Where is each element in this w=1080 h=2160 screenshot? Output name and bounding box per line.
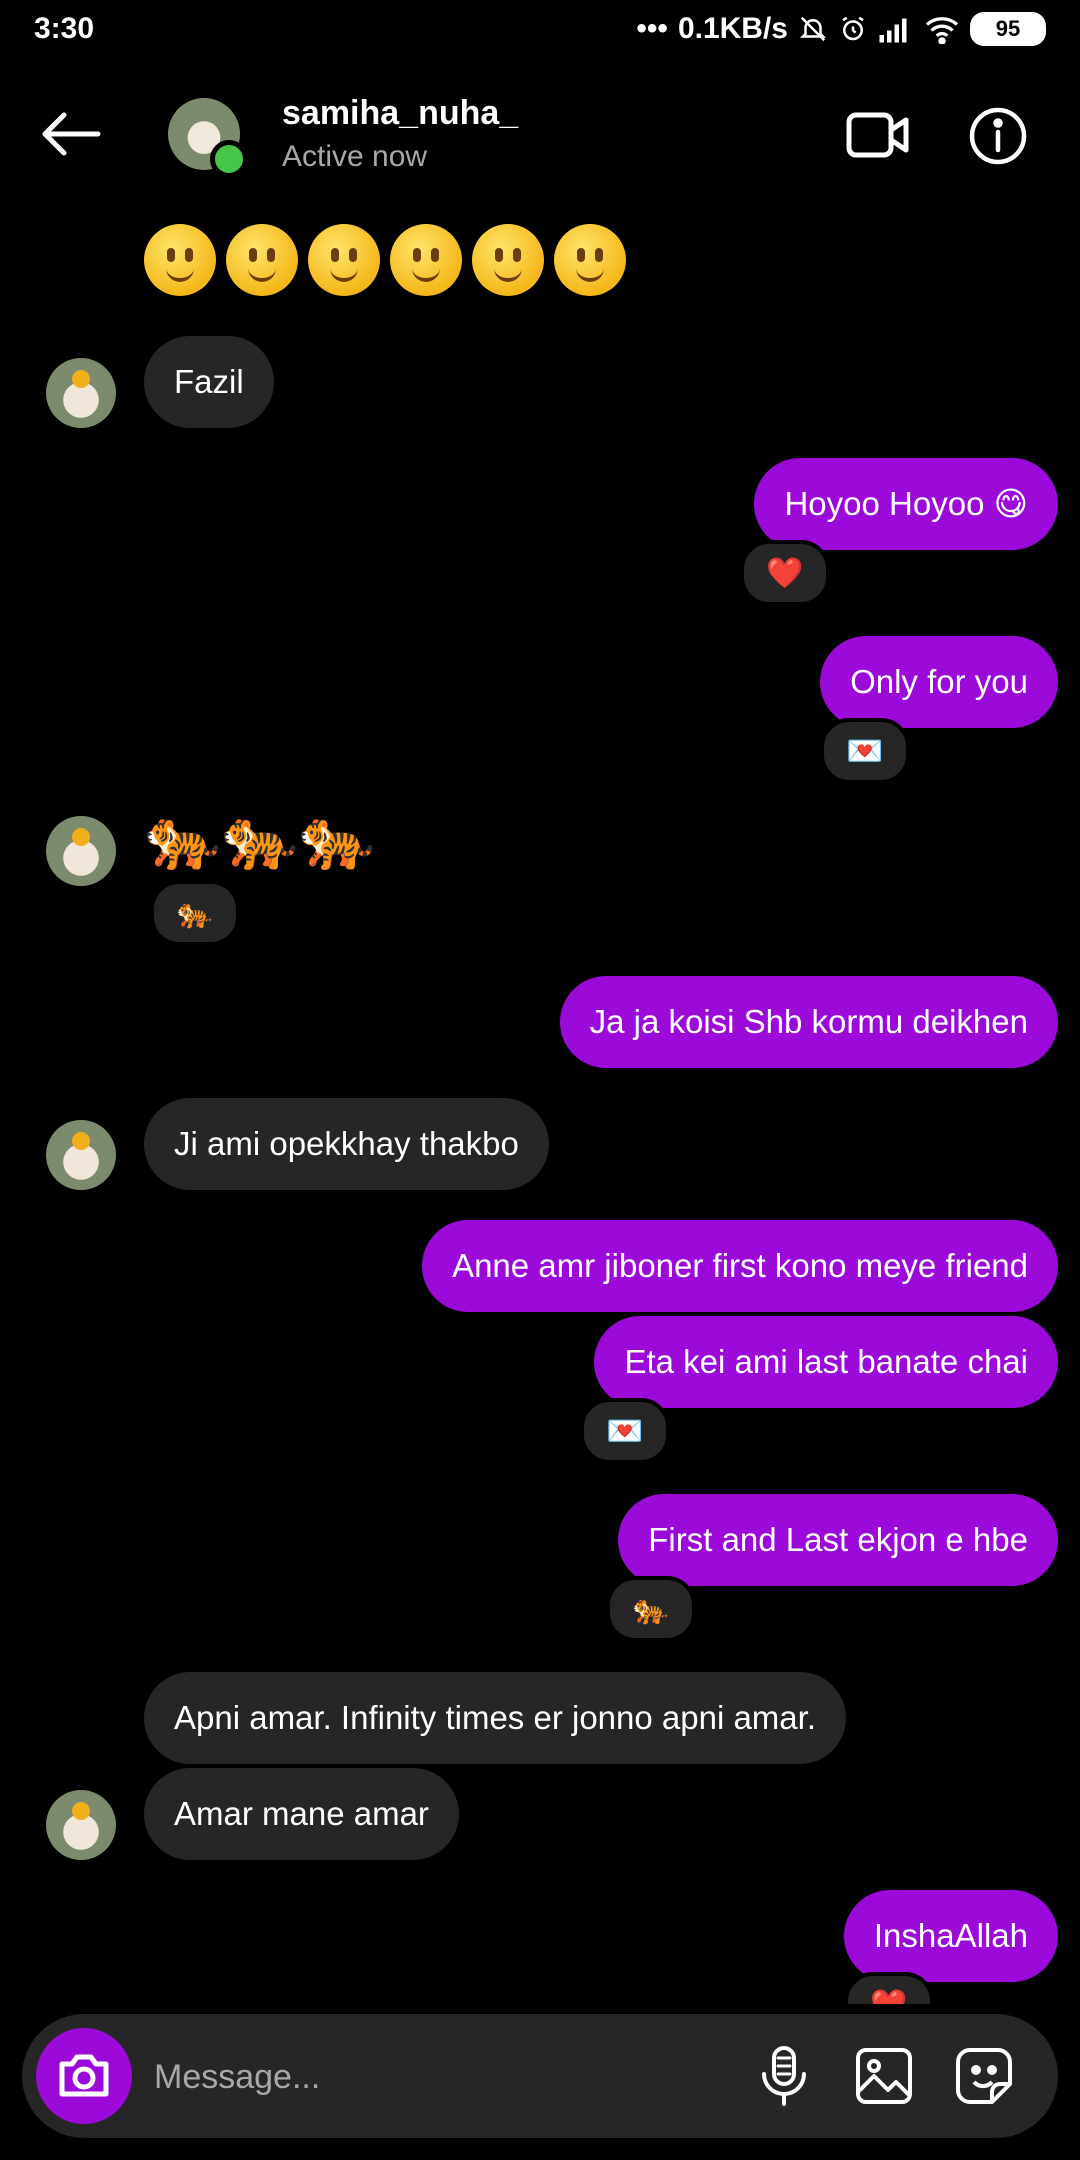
outgoing-message[interactable]: Hoyoo Hoyoo 😋 <box>754 458 1058 550</box>
tiger-reaction[interactable]: 🐅 <box>150 880 240 946</box>
incoming-message[interactable]: Ji ami opekkhay thakbo <box>144 1098 549 1190</box>
mute-bell-icon <box>799 16 827 42</box>
love-letter-reaction[interactable]: 💌 <box>820 718 910 784</box>
love-letter-reaction[interactable]: 💌 <box>580 1398 670 1464</box>
username[interactable]: samiha_nuha_ <box>282 94 518 133</box>
outgoing-message[interactable]: Only for you <box>820 636 1058 728</box>
wifi-icon <box>925 17 959 44</box>
tiger-reaction[interactable]: 🐅 <box>606 1576 696 1642</box>
slight-smile-emoji <box>390 224 462 296</box>
heart-reaction[interactable]: ❤️ <box>844 1972 934 2004</box>
outgoing-message[interactable]: Ja ja koisi Shb kormu deikhen <box>559 976 1058 1068</box>
online-indicator <box>210 140 248 178</box>
info-icon[interactable] <box>968 106 1028 166</box>
sender-avatar[interactable] <box>46 816 116 886</box>
signal-icon <box>879 18 907 43</box>
battery-icon: 95 <box>970 12 1046 46</box>
sender-avatar[interactable] <box>46 358 116 428</box>
sticker-icon[interactable] <box>952 2044 1016 2108</box>
alarm-icon <box>842 16 864 41</box>
outgoing-message[interactable]: First and Last ekjon e hbe <box>618 1494 1058 1586</box>
video-call-icon[interactable] <box>846 110 910 160</box>
message-thread[interactable]: Fazil Hoyoo Hoyoo 😋 ❤️ Only for you 💌 🐅🐅… <box>0 214 1080 2004</box>
back-arrow-icon[interactable] <box>38 109 108 159</box>
incoming-message[interactable]: Amar mane amar <box>144 1768 459 1860</box>
outgoing-message[interactable]: Eta kei ami last banate chai <box>594 1316 1058 1408</box>
outgoing-message[interactable]: InshaAllah <box>843 1890 1058 1982</box>
more-dots: ••• <box>636 12 668 45</box>
sender-avatar[interactable] <box>46 1120 116 1190</box>
status-icons: ••• 0.1KB/s 95 <box>636 12 1046 46</box>
active-status: Active now <box>282 140 428 173</box>
tiger-emoji-message[interactable]: 🐅🐅🐅 <box>144 802 376 875</box>
sender-avatar[interactable] <box>46 1790 116 1860</box>
heart-reaction[interactable]: ❤️ <box>740 540 830 606</box>
status-bar: 3:30 ••• 0.1KB/s 95 <box>0 0 1080 64</box>
outgoing-message[interactable]: Anne amr jiboner first kono meye friend <box>422 1220 1058 1312</box>
emoji-message <box>144 224 626 296</box>
message-input[interactable] <box>152 2046 726 2108</box>
network-speed: 0.1KB/s <box>677 12 788 45</box>
status-time: 3:30 <box>34 12 95 45</box>
chat-header: samiha_nuha_ Active now <box>0 64 1080 214</box>
slight-smile-emoji <box>144 224 216 296</box>
avatar[interactable] <box>168 98 248 178</box>
slight-smile-emoji <box>554 224 626 296</box>
message-composer <box>22 2014 1058 2138</box>
gallery-icon[interactable] <box>852 2044 916 2108</box>
camera-icon <box>59 2054 109 2097</box>
slight-smile-emoji <box>226 224 298 296</box>
camera-button[interactable] <box>36 2028 132 2124</box>
incoming-message[interactable]: Fazil <box>144 336 274 428</box>
slight-smile-emoji <box>472 224 544 296</box>
microphone-icon[interactable] <box>752 2044 816 2108</box>
slight-smile-emoji <box>308 224 380 296</box>
incoming-message[interactable]: Apni amar. Infinity times er jonno apni … <box>144 1672 846 1764</box>
